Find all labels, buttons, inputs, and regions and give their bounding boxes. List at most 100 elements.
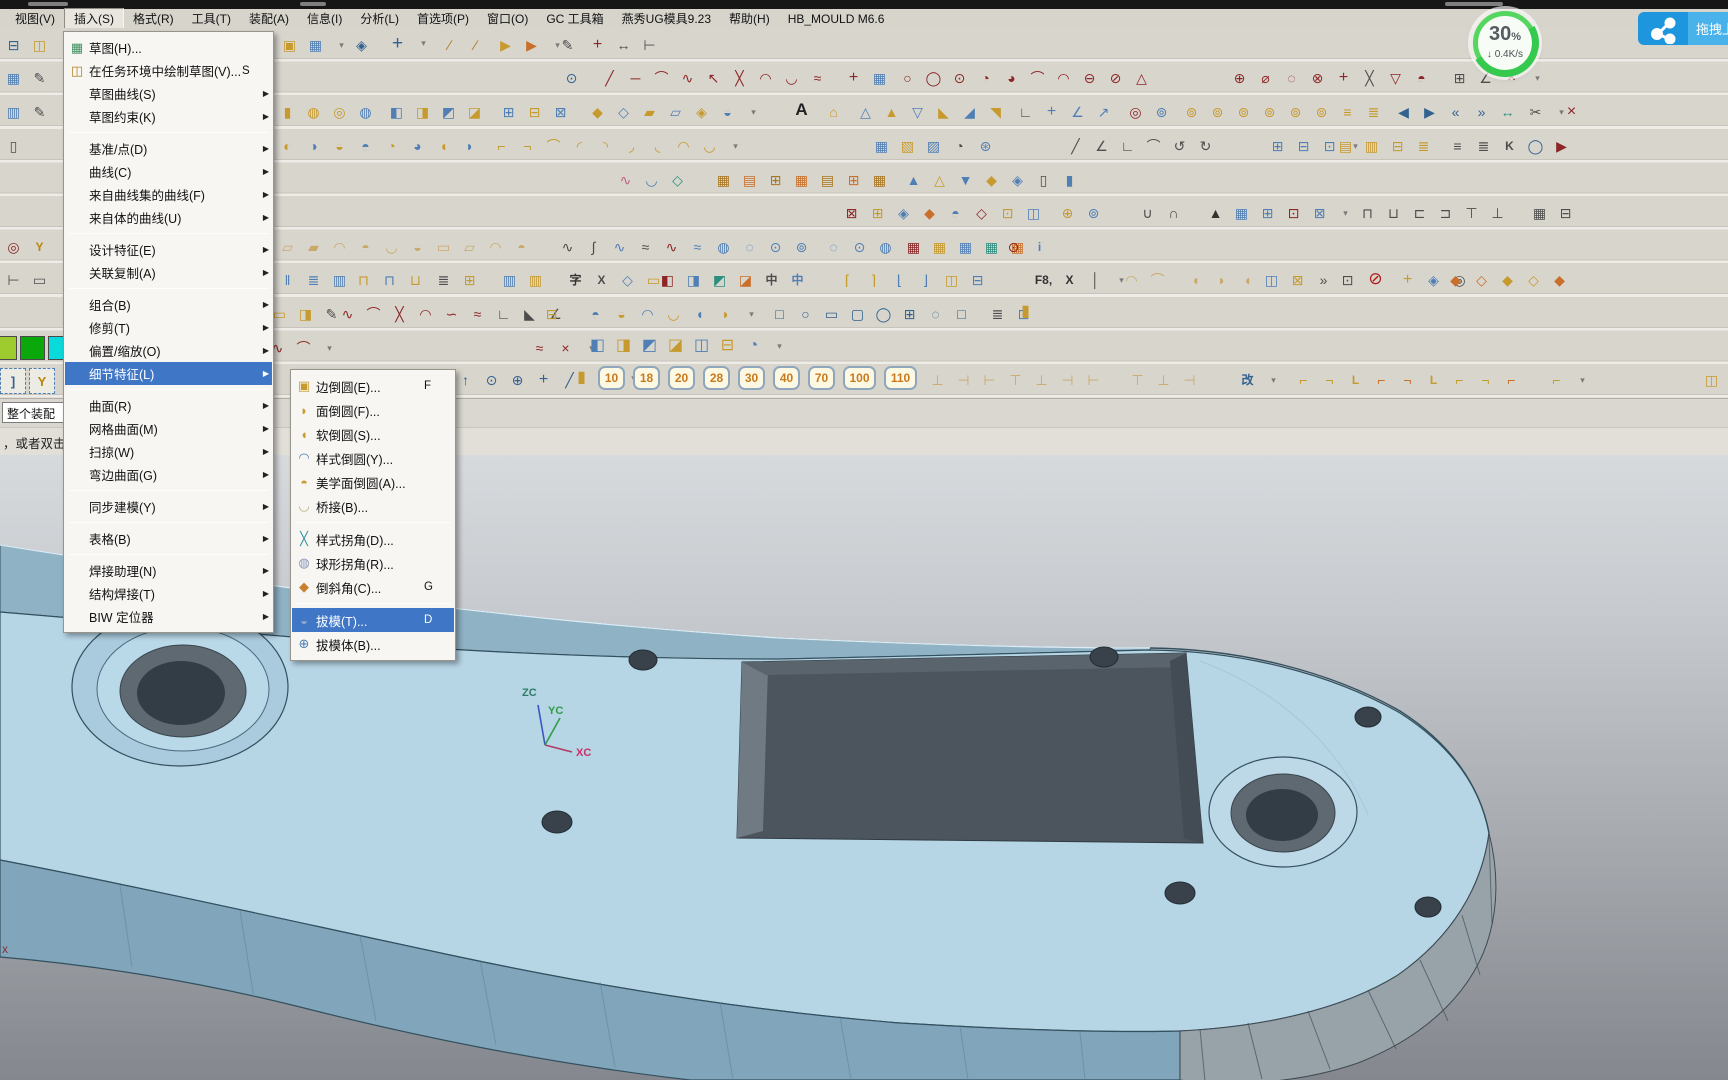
toolbar-icon[interactable]: ▰	[302, 235, 325, 259]
toolbar-icon[interactable]: △	[928, 168, 951, 192]
toolbar-icon[interactable]: ⊘	[1364, 266, 1387, 290]
toolbar-icon[interactable]: ✎	[28, 100, 51, 124]
dropdown-arrow-icon[interactable]: ▾	[768, 334, 791, 358]
insert-menu-item[interactable]: 表格(B)▶	[65, 527, 272, 550]
toolbar-icon[interactable]: ≈	[806, 66, 829, 90]
detail-submenu-item[interactable]: ⊕拔模体(B)...	[292, 632, 454, 656]
toolbar-icon[interactable]: ◒	[610, 302, 633, 326]
toolbar-icon[interactable]: ◧	[656, 268, 679, 292]
toolbar-icon[interactable]: ◓	[1410, 66, 1433, 90]
toolbar-icon[interactable]: ⌐	[1370, 368, 1393, 392]
toolbar-icon[interactable]: ◠	[672, 134, 695, 158]
toolbar-icon[interactable]: »	[1470, 100, 1493, 124]
toolbar-icon[interactable]: ◍	[354, 100, 377, 124]
toolbar-icon[interactable]: ◔	[380, 134, 403, 158]
toolbar-icon[interactable]: ◌	[738, 235, 761, 259]
toolbar-icon[interactable]: ▯	[1032, 168, 1055, 192]
toolbar-icon[interactable]: ≈	[686, 235, 709, 259]
detail-submenu-item[interactable]: ◖软倒圆(S)...	[292, 422, 454, 446]
toolbar-icon[interactable]: ▱	[664, 100, 687, 124]
toolbar-icon[interactable]: ⌊	[888, 268, 911, 292]
radius-preset-button[interactable]: 100	[843, 366, 876, 390]
toolbar-icon[interactable]: ▲	[880, 100, 903, 124]
toolbar-icon[interactable]: ◫	[28, 33, 51, 57]
menubar-item[interactable]: 工具(T)	[183, 9, 240, 28]
toolbar-icon[interactable]: ↔	[1496, 100, 1519, 124]
insert-menu-item[interactable]: ◫在任务环境中绘制草图(V)...S	[65, 59, 272, 82]
insert-menu-item[interactable]: 组合(B)▶	[65, 293, 272, 316]
insert-menu-item[interactable]: 弯边曲面(G)▶	[65, 463, 272, 486]
toolbar-icon[interactable]: ◇	[616, 268, 639, 292]
toolbar-icon[interactable]: «	[1444, 100, 1467, 124]
toolbar-icon[interactable]: ◎	[328, 100, 351, 124]
detail-submenu-item[interactable]: ╳样式拐角(D)...	[292, 527, 454, 551]
toolbar-icon[interactable]: ‖	[276, 268, 299, 292]
toolbar-icon[interactable]: ▮	[276, 100, 299, 124]
toolbar-icon[interactable]: ▦	[712, 168, 735, 192]
toolbar-icon[interactable]: ∿	[336, 302, 359, 326]
toolbar-icon[interactable]: ◓	[354, 235, 377, 259]
toolbar-icon[interactable]: ∕	[464, 33, 487, 57]
toolbar-icon[interactable]: ◫	[1700, 368, 1723, 392]
toolbar-icon[interactable]: ✎	[28, 66, 51, 90]
toolbar-icon[interactable]: ⌒	[1142, 134, 1165, 158]
toolbar-icon[interactable]: ∿	[556, 235, 579, 259]
insert-menu-item[interactable]: 曲线(C)▶	[65, 160, 272, 183]
toolbar-icon[interactable]: ◓	[584, 302, 607, 326]
toolbar-icon[interactable]: ▶	[494, 33, 517, 57]
toolbar-icon[interactable]: ▲	[1204, 201, 1227, 225]
toolbar-icon[interactable]: ⌐	[1448, 368, 1471, 392]
menubar-item[interactable]: GC 工具箱	[537, 9, 612, 28]
toolbar-icon[interactable]: ▦	[868, 168, 891, 192]
dropdown-arrow-icon[interactable]: ▾	[1262, 368, 1285, 392]
toolbar-icon[interactable]: ⊐	[1434, 201, 1457, 225]
toolbar-icon[interactable]: ◒	[328, 134, 351, 158]
toolbar-icon[interactable]: ⊞	[842, 168, 865, 192]
toolbar-icon[interactable]: ▤	[1334, 134, 1357, 158]
toolbar-icon[interactable]: +	[1332, 66, 1355, 90]
dropdown-arrow-icon[interactable]: ▾	[412, 31, 435, 55]
toolbar-icon[interactable]: ◪	[734, 268, 757, 292]
toolbar-icon[interactable]: ◎	[1124, 100, 1147, 124]
toolbar-icon[interactable]: ◫	[940, 268, 963, 292]
toolbar-icon[interactable]: ⌐	[490, 134, 513, 158]
toolbar-text-button[interactable]: 中	[760, 268, 783, 292]
toolbar-icon[interactable]: ≈	[466, 302, 489, 326]
dropdown-arrow-icon[interactable]: ▾	[740, 302, 763, 326]
toolbar-icon[interactable]: ◡	[380, 235, 403, 259]
toolbar-icon[interactable]: ▦	[790, 168, 813, 192]
toolbar-icon[interactable]: ∿	[608, 235, 631, 259]
toolbar-icon[interactable]: ─	[624, 66, 647, 90]
insert-menu-item[interactable]: ▦草图(H)...	[65, 36, 272, 59]
radius-preset-button[interactable]: 70	[808, 366, 835, 390]
toolbar-icon[interactable]: ⊟	[523, 100, 546, 124]
toolbar-icon[interactable]: ⊥	[1486, 201, 1509, 225]
toolbar-icon[interactable]: ◯	[872, 302, 895, 326]
toolbar-icon[interactable]: ◒	[716, 100, 739, 124]
toolbar-icon[interactable]: ◯	[922, 66, 945, 90]
toolbar-icon[interactable]: ▢	[846, 302, 869, 326]
toolbar-icon[interactable]: ○	[794, 302, 817, 326]
toolbar-icon[interactable]: ◒	[406, 235, 429, 259]
insert-menu-item[interactable]: 细节特征(L)▶	[65, 362, 272, 385]
toolbar-icon[interactable]: ⊙	[480, 368, 503, 392]
toolbar-text-button[interactable]: X	[590, 268, 613, 292]
radius-preset-button[interactable]: 40	[773, 366, 800, 390]
toolbar-icon[interactable]: ◨	[411, 100, 434, 124]
toolbar-icon[interactable]: ▯	[2, 134, 25, 158]
toolbar-icon[interactable]: ◈	[1422, 268, 1445, 292]
toolbar-icon[interactable]: ◖	[1236, 268, 1259, 292]
toolbar-icon[interactable]: ◀	[1392, 100, 1415, 124]
toolbar-icon[interactable]: ◆	[1548, 268, 1571, 292]
toolbar-icon[interactable]: △	[1130, 66, 1153, 90]
toolbar-icon[interactable]: ◫	[690, 334, 713, 358]
dropdown-arrow-icon[interactable]: ▾	[742, 100, 765, 124]
toolbar-icon[interactable]: ⊞	[764, 168, 787, 192]
toolbar-icon[interactable]: ⌂	[822, 100, 845, 124]
insert-menu-item[interactable]: 来自曲线集的曲线(F)▶	[65, 183, 272, 206]
toolbar-icon[interactable]: ▧	[896, 134, 919, 158]
dropdown-arrow-icon[interactable]: ▾	[1334, 201, 1357, 225]
insert-menu-item[interactable]: 焊接助理(N)▶	[65, 559, 272, 582]
toolbar-icon[interactable]: ✂	[1524, 100, 1547, 124]
toolbar-icon[interactable]: ⊔	[404, 268, 427, 292]
